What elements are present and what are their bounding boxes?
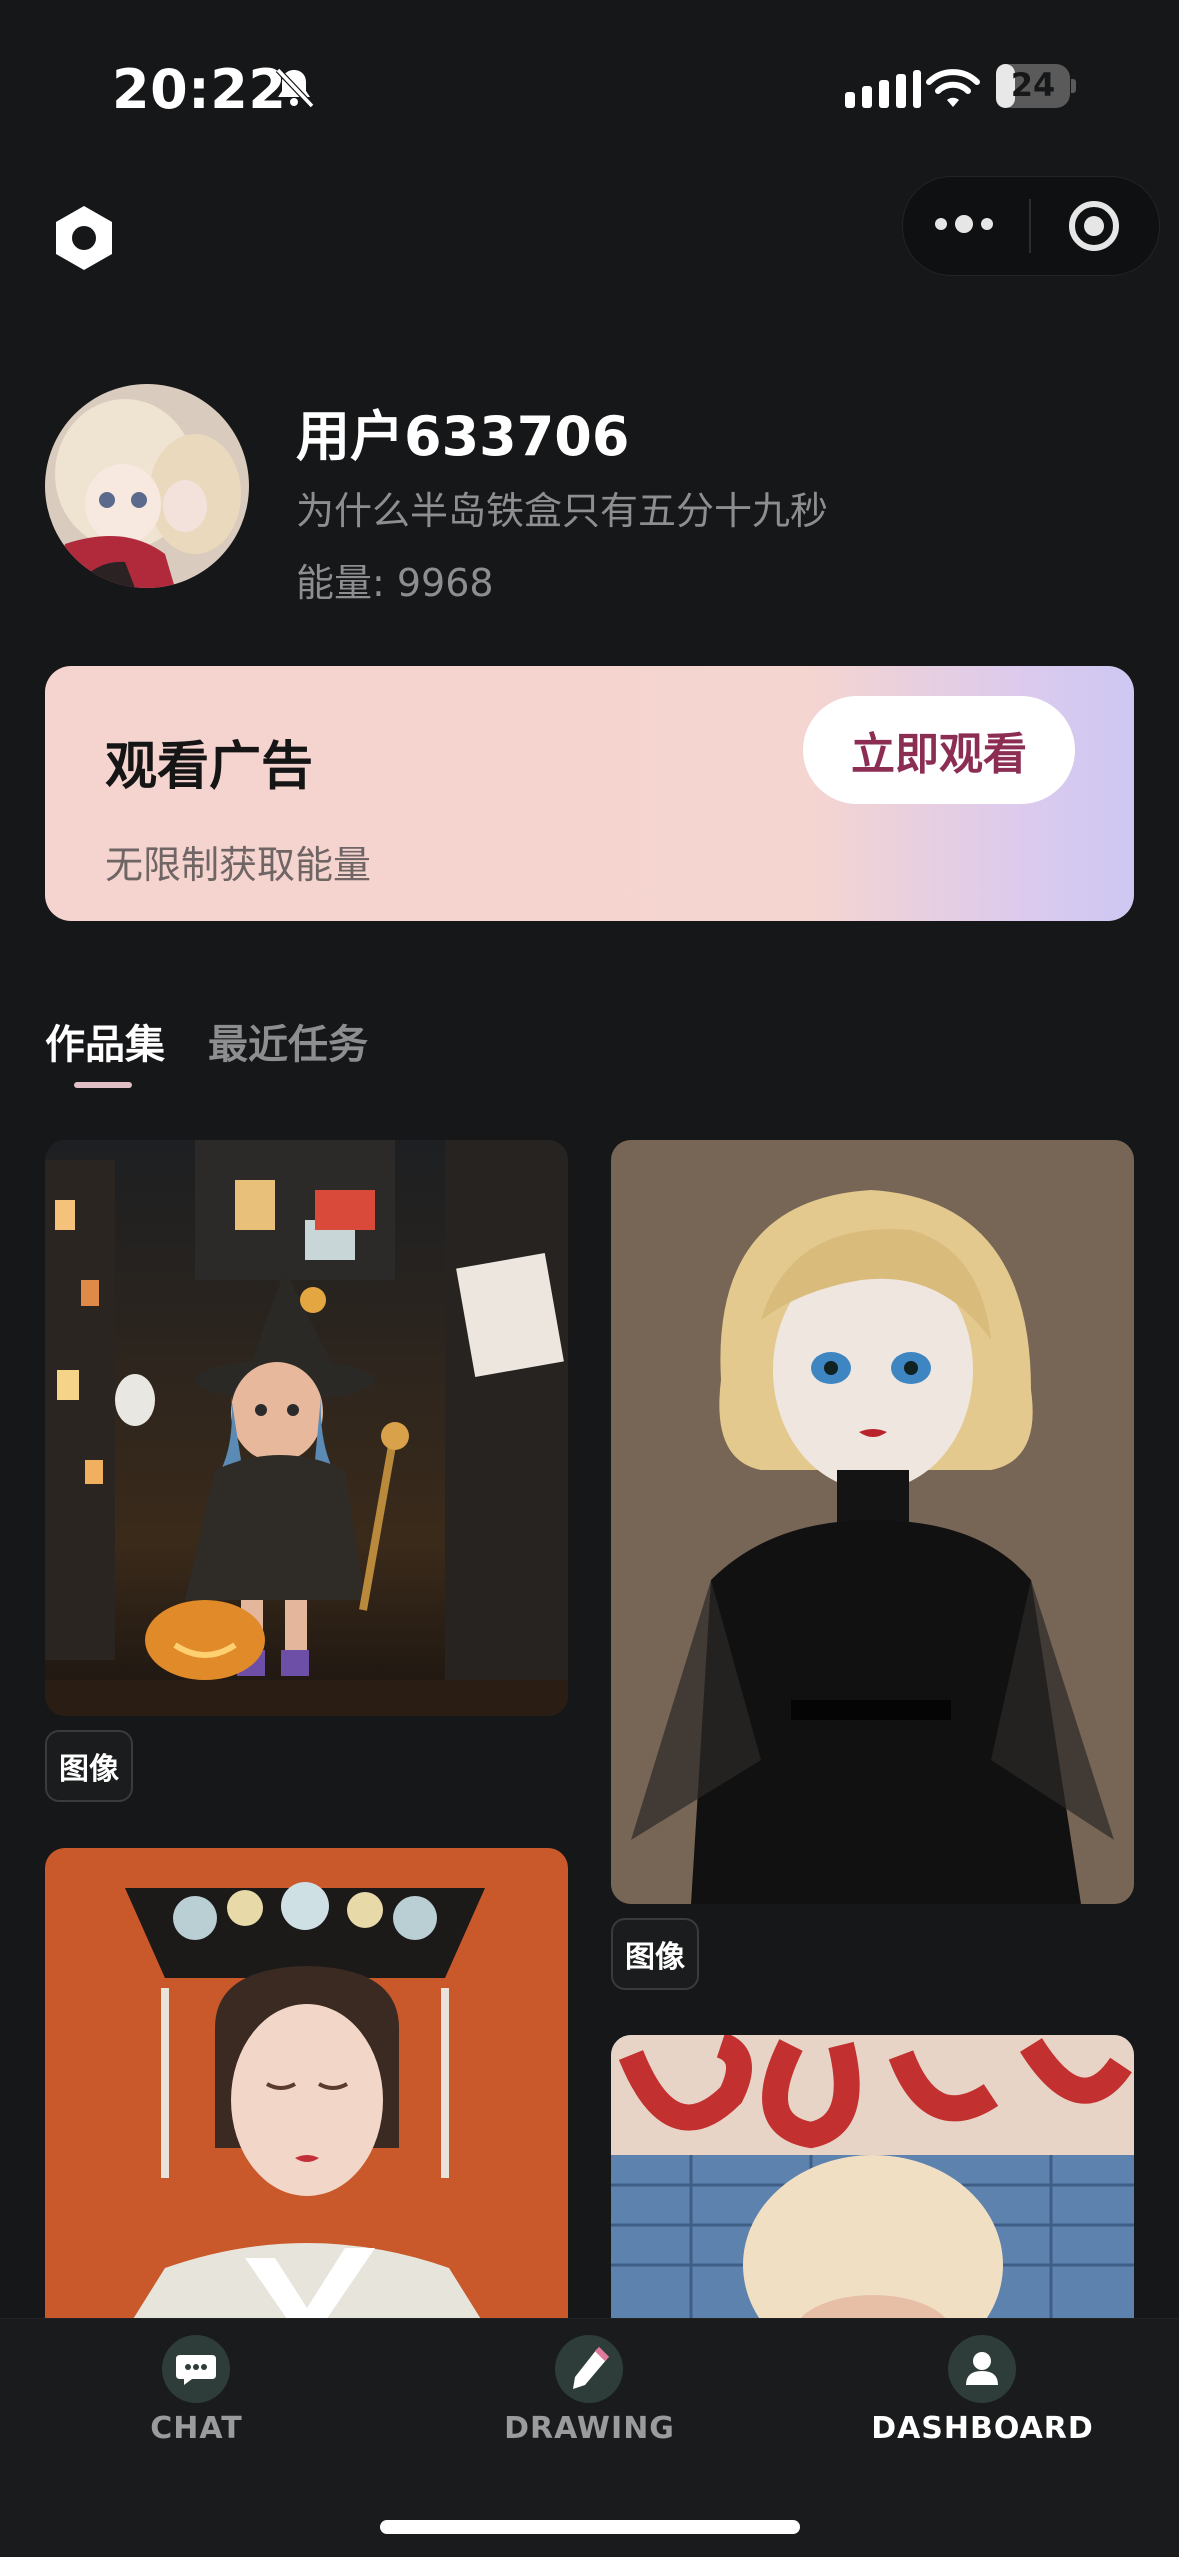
mini-program-capsule [902, 176, 1160, 276]
nav-label-dashboard: DASHBOARD [871, 2411, 1094, 2446]
watch-ad-card[interactable]: 观看广告 无限制获取能量 立即观看 [45, 666, 1134, 921]
bell-slash-icon [275, 67, 315, 109]
nav-item-chat[interactable]: CHAT [0, 2319, 393, 2479]
pencil-icon [555, 2335, 623, 2403]
gallery-item-witch[interactable] [45, 1140, 568, 1716]
nav-item-drawing[interactable]: DRAWING [393, 2319, 786, 2479]
media-type-tag: 图像 [611, 1918, 699, 1990]
status-time: 20:22 [112, 58, 287, 121]
capsule-divider [1029, 199, 1031, 253]
gallery-item-blonde-doll[interactable] [611, 1140, 1134, 1904]
media-type-tag: 图像 [45, 1730, 133, 1802]
username: 用户633706 [296, 405, 630, 468]
target-circle-icon[interactable] [1067, 199, 1121, 253]
tab-recent-tasks[interactable]: 最近任务 [208, 1012, 368, 1070]
chat-bubble-icon [162, 2335, 230, 2403]
hexagon-settings-icon[interactable] [48, 202, 120, 274]
tab-portfolio[interactable]: 作品集 [45, 1012, 165, 1070]
nav-label-chat: CHAT [150, 2411, 243, 2446]
user-icon [948, 2335, 1016, 2403]
gallery-item-qing-portrait[interactable] [45, 1848, 568, 2318]
user-bio: 为什么半岛铁盒只有五分十九秒 [296, 489, 829, 533]
cellular-signal-icon [845, 68, 921, 108]
energy-balance: 能量: 9968 [296, 561, 494, 605]
avatar[interactable] [45, 384, 249, 588]
home-indicator [380, 2520, 800, 2534]
nav-item-dashboard[interactable]: DASHBOARD [786, 2319, 1179, 2479]
active-tab-indicator [74, 1082, 132, 1088]
nav-label-drawing: DRAWING [504, 2411, 675, 2446]
watch-now-button[interactable]: 立即观看 [803, 696, 1075, 804]
wifi-icon [926, 69, 980, 107]
battery-level: 24 [1010, 66, 1056, 104]
more-dots-icon[interactable] [935, 215, 993, 233]
ad-card-subtitle: 无限制获取能量 [105, 843, 372, 887]
gallery-item-fluffy-hat[interactable] [611, 2035, 1134, 2318]
battery-icon: 24 [996, 64, 1076, 108]
ad-card-title: 观看广告 [105, 737, 314, 797]
